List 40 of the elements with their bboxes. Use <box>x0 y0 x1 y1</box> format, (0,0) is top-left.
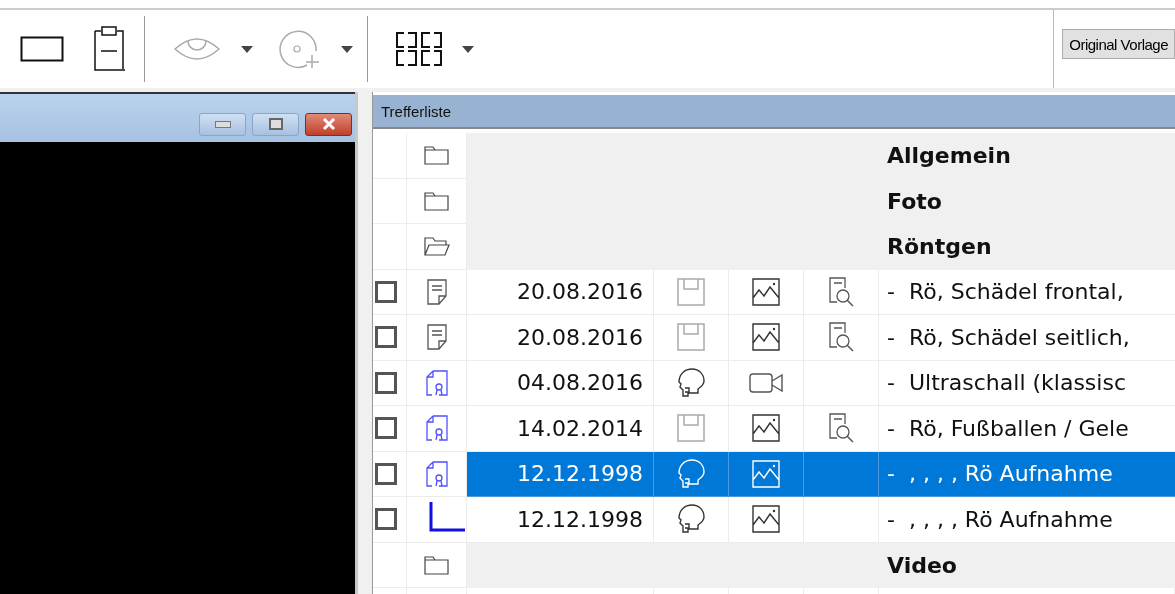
tree-connector <box>428 501 465 532</box>
template-button[interactable]: Original Vorlage <box>1062 29 1175 59</box>
group-header[interactable]: Foto <box>467 178 1175 224</box>
checkbox[interactable] <box>375 280 397 303</box>
entry-title: - Ultraschall (klassisc <box>887 370 1126 396</box>
entry-title: - , , , , Rö Aufnahme <box>887 461 1113 487</box>
close-button[interactable] <box>305 112 352 136</box>
open-folder-icon[interactable] <box>423 236 450 257</box>
entry-title: - Rö, Schädel seitlich, <box>887 324 1130 350</box>
date-text: 12.12.1998 <box>517 506 643 532</box>
group-label: Allgemein <box>887 143 1011 169</box>
date-text: 14.02.2014 <box>517 415 643 441</box>
close-icon <box>320 117 337 131</box>
caret-icon <box>241 45 253 53</box>
panel-title: Trefferliste <box>381 102 452 120</box>
entry-title: - Rö, Fußballen / Gele <box>887 415 1129 441</box>
group-label: Foto <box>887 188 942 214</box>
checkbox[interactable] <box>375 462 397 485</box>
entry-title: - , , , , Rö Aufnahme <box>887 506 1113 532</box>
date-text: 20.08.2016 <box>517 279 643 305</box>
folder-icon[interactable] <box>423 554 450 575</box>
caret-icon <box>341 45 353 53</box>
date-text: 12.12.1998 <box>517 461 643 487</box>
checkbox[interactable] <box>375 508 397 531</box>
group-header[interactable]: Röntgen <box>467 224 1175 270</box>
maximize-button[interactable] <box>252 112 299 136</box>
entry-title: - Rö, Schädel frontal, <box>887 279 1124 305</box>
minimize-button[interactable] <box>199 112 246 136</box>
date-text: 04.08.2016 <box>517 370 643 396</box>
checkbox[interactable] <box>375 326 397 349</box>
checkbox[interactable] <box>375 371 397 394</box>
group-label: Video <box>887 552 957 578</box>
date-text: 20.08.2016 <box>517 324 643 350</box>
folder-icon[interactable] <box>423 145 450 166</box>
checkbox[interactable] <box>375 417 397 440</box>
group-header[interactable]: Video <box>467 542 1175 588</box>
caret-icon <box>462 45 474 53</box>
folder-icon[interactable] <box>423 190 450 211</box>
group-header[interactable]: Allgemein <box>467 133 1175 179</box>
group-label: Röntgen <box>887 234 992 260</box>
